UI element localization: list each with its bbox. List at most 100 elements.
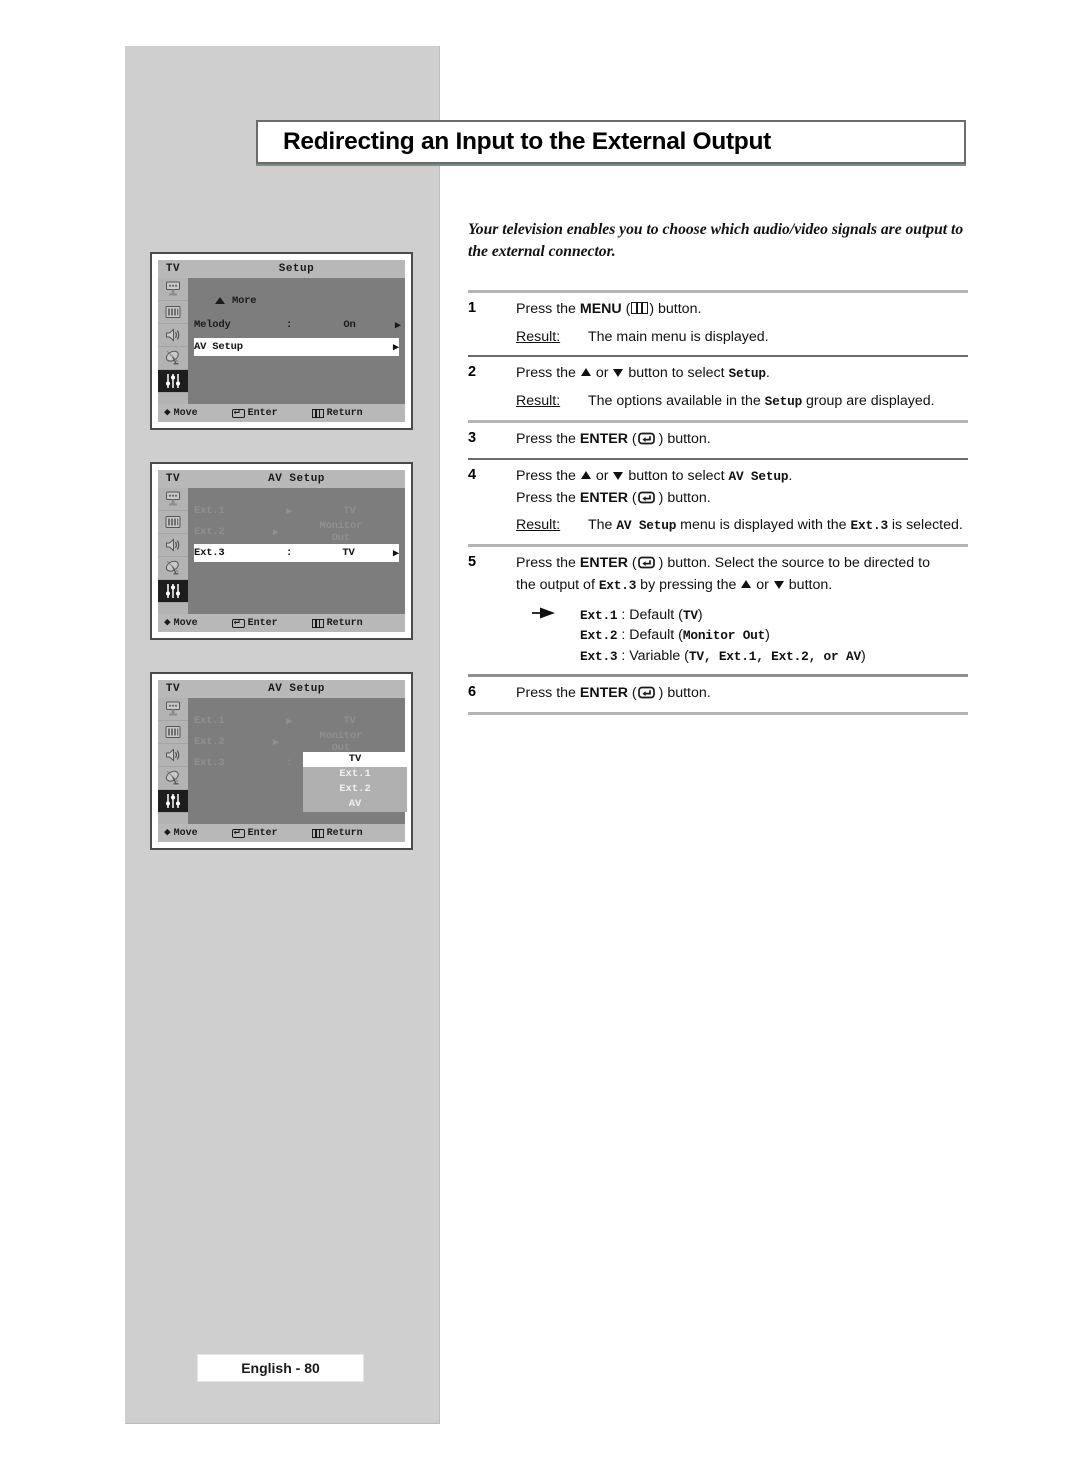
step-5: 5 Press the ENTER () button. Select the … bbox=[468, 547, 968, 674]
step-or: or bbox=[591, 365, 613, 382]
osd-title: AV Setup bbox=[188, 680, 405, 698]
page-footer-tab: English - 80 bbox=[197, 1354, 364, 1382]
osd-row-more: More bbox=[214, 292, 401, 310]
osd-row-ext1[interactable]: Ext.1 ▶ TV bbox=[194, 502, 401, 520]
osd-footer: ◆Move Enter Return bbox=[158, 614, 405, 632]
osd-sidebar: TV bbox=[158, 680, 188, 824]
osd-footer-return: Return bbox=[311, 408, 363, 419]
dropdown-option-tv[interactable]: TV bbox=[303, 752, 407, 767]
osd-tv-label: TV bbox=[158, 260, 188, 278]
osd-screenshot-av-setup-dropdown: TV AV Setup Ext.1 ▶ TV Ext.2 ▶ Monitor O… bbox=[150, 672, 413, 850]
sound-icon bbox=[158, 324, 188, 347]
updown-arrow-icon: ◆ bbox=[164, 406, 171, 419]
step-or: or bbox=[752, 576, 773, 593]
up-arrow-icon bbox=[580, 368, 591, 377]
step-text-tail: button. bbox=[654, 301, 702, 317]
step-text: Press the bbox=[516, 489, 580, 506]
enter-key-label: ENTER bbox=[579, 555, 628, 572]
osd-ext2-value: Monitor Out bbox=[319, 730, 363, 754]
osd-footer-move: ◆ Move bbox=[164, 826, 198, 839]
osd-row-ext2[interactable]: Ext.2 ▶ Monitor Out bbox=[194, 730, 401, 754]
right-arrow-icon: ▶ bbox=[272, 526, 279, 539]
osd-footer-return: Return bbox=[311, 618, 363, 629]
note-line-ext3: Ext.3 : Variable (TV, Ext.1, Ext.2, or A… bbox=[580, 646, 968, 667]
step-number: 3 bbox=[468, 429, 477, 446]
osd-screenshot-av-setup: TV AV Setup Ext.1 ▶ TV Ext.2 ▶ Monitor O… bbox=[150, 462, 413, 640]
ext3-token: Ext.3 bbox=[580, 648, 618, 664]
picture-icon bbox=[158, 301, 188, 324]
satellite-dish-icon bbox=[158, 347, 188, 370]
step-number: 6 bbox=[468, 683, 477, 700]
osd-ext3-colon: : bbox=[286, 547, 293, 559]
ext1-token: Ext.1 bbox=[580, 607, 618, 623]
note-block: Ext.1 : Default (TV) Ext.2 : Default (Mo… bbox=[516, 605, 968, 667]
osd-row-ext1[interactable]: Ext.1 ▶ TV bbox=[194, 712, 401, 730]
enter-icon bbox=[231, 616, 245, 628]
note-close: ) bbox=[860, 647, 866, 664]
step-6: 6 Press the ENTER () button. bbox=[468, 677, 968, 713]
menu-icon bbox=[311, 828, 324, 838]
right-arrow-icon: ▶ bbox=[394, 319, 401, 332]
dropdown-option-av[interactable]: AV bbox=[303, 797, 407, 812]
result-text: The options available in the Setup group… bbox=[588, 391, 968, 412]
dropdown-option-ext2[interactable]: Ext.2 bbox=[303, 782, 407, 797]
note-line-ext2: Ext.2 : Default (Monitor Out) bbox=[580, 625, 968, 646]
osd-row-ext2[interactable]: Ext.2 ▶ Monitor Out bbox=[194, 520, 401, 544]
right-arrow-icon: ▶ bbox=[272, 736, 279, 749]
sound-icon bbox=[158, 744, 188, 767]
osd-row-ext3[interactable]: Ext.3 : TV ▶ bbox=[194, 544, 399, 562]
enter-icon bbox=[637, 432, 655, 444]
down-arrow-icon bbox=[773, 580, 784, 589]
osd-sidebar: TV bbox=[158, 470, 188, 614]
osd-footer: ◆Move Enter Return bbox=[158, 404, 405, 422]
osd-row-melody[interactable]: Melody : On ▶ bbox=[194, 316, 401, 334]
enter-icon bbox=[637, 556, 655, 569]
osd-ext2-value: Monitor Out bbox=[319, 520, 363, 544]
result-label: Result: bbox=[516, 328, 561, 345]
result-text: The main menu is displayed. bbox=[588, 328, 769, 345]
osd-melody-colon: : bbox=[286, 319, 293, 331]
osd-row-av-setup[interactable]: AV Setup ▶ bbox=[194, 338, 399, 356]
enter-key-label: ENTER bbox=[579, 684, 628, 701]
osd-title: Setup bbox=[188, 260, 405, 278]
osd-footer-enter: Enter bbox=[231, 616, 278, 629]
down-arrow-icon bbox=[613, 471, 624, 480]
page-footer-label: English - 80 bbox=[241, 1360, 320, 1376]
osd-av-setup-label: AV Setup bbox=[194, 341, 243, 353]
step-2: 2 Press the or button to select Setup. R… bbox=[468, 357, 968, 419]
step-text: Press the bbox=[516, 684, 580, 701]
down-arrow-icon bbox=[613, 369, 624, 378]
osd-ext2-label: Ext.2 bbox=[194, 526, 225, 538]
step-4: 4 Press the or button to select AV Setup… bbox=[468, 460, 968, 544]
osd-content: More Melody : On ▶ AV Setup ▶ bbox=[188, 278, 405, 404]
step-number: 2 bbox=[468, 364, 477, 381]
note-arrow-icon bbox=[516, 605, 580, 667]
enter-icon bbox=[231, 406, 245, 418]
channel-icon bbox=[158, 488, 188, 511]
osd-footer-move: ◆ Move bbox=[164, 406, 198, 419]
setup-icon bbox=[158, 790, 188, 813]
osd-footer-return: Return bbox=[311, 828, 363, 839]
step-text-tail: button. bbox=[663, 684, 711, 701]
step-number: 5 bbox=[468, 554, 477, 571]
osd-source-dropdown[interactable]: TV Ext.1 Ext.2 AV bbox=[303, 752, 407, 812]
step-text: Press the bbox=[516, 301, 580, 317]
right-arrow-icon: ▶ bbox=[392, 547, 399, 560]
setup-token: Setup bbox=[728, 366, 766, 382]
updown-arrow-icon: ◆ bbox=[164, 826, 171, 839]
setup-icon bbox=[158, 580, 188, 603]
step-number: 4 bbox=[468, 466, 477, 483]
result-post: is selected. bbox=[887, 517, 963, 534]
step-text-tail: button. Select the source to be directed… bbox=[663, 555, 930, 572]
up-arrow-icon bbox=[580, 470, 591, 479]
picture-icon bbox=[158, 511, 188, 534]
step-period: . bbox=[788, 467, 793, 484]
osd-ext1-label: Ext.1 bbox=[194, 505, 225, 517]
osd-melody-label: Melody bbox=[194, 319, 231, 331]
steps-list: 1 Press the MENU () button. Result: The … bbox=[468, 290, 968, 716]
updown-arrow-icon: ◆ bbox=[164, 616, 171, 629]
paren-open: ( bbox=[631, 489, 637, 506]
ext2-default-value: Monitor Out bbox=[682, 628, 766, 644]
dropdown-option-ext1[interactable]: Ext.1 bbox=[303, 767, 407, 782]
enter-icon bbox=[637, 686, 655, 698]
